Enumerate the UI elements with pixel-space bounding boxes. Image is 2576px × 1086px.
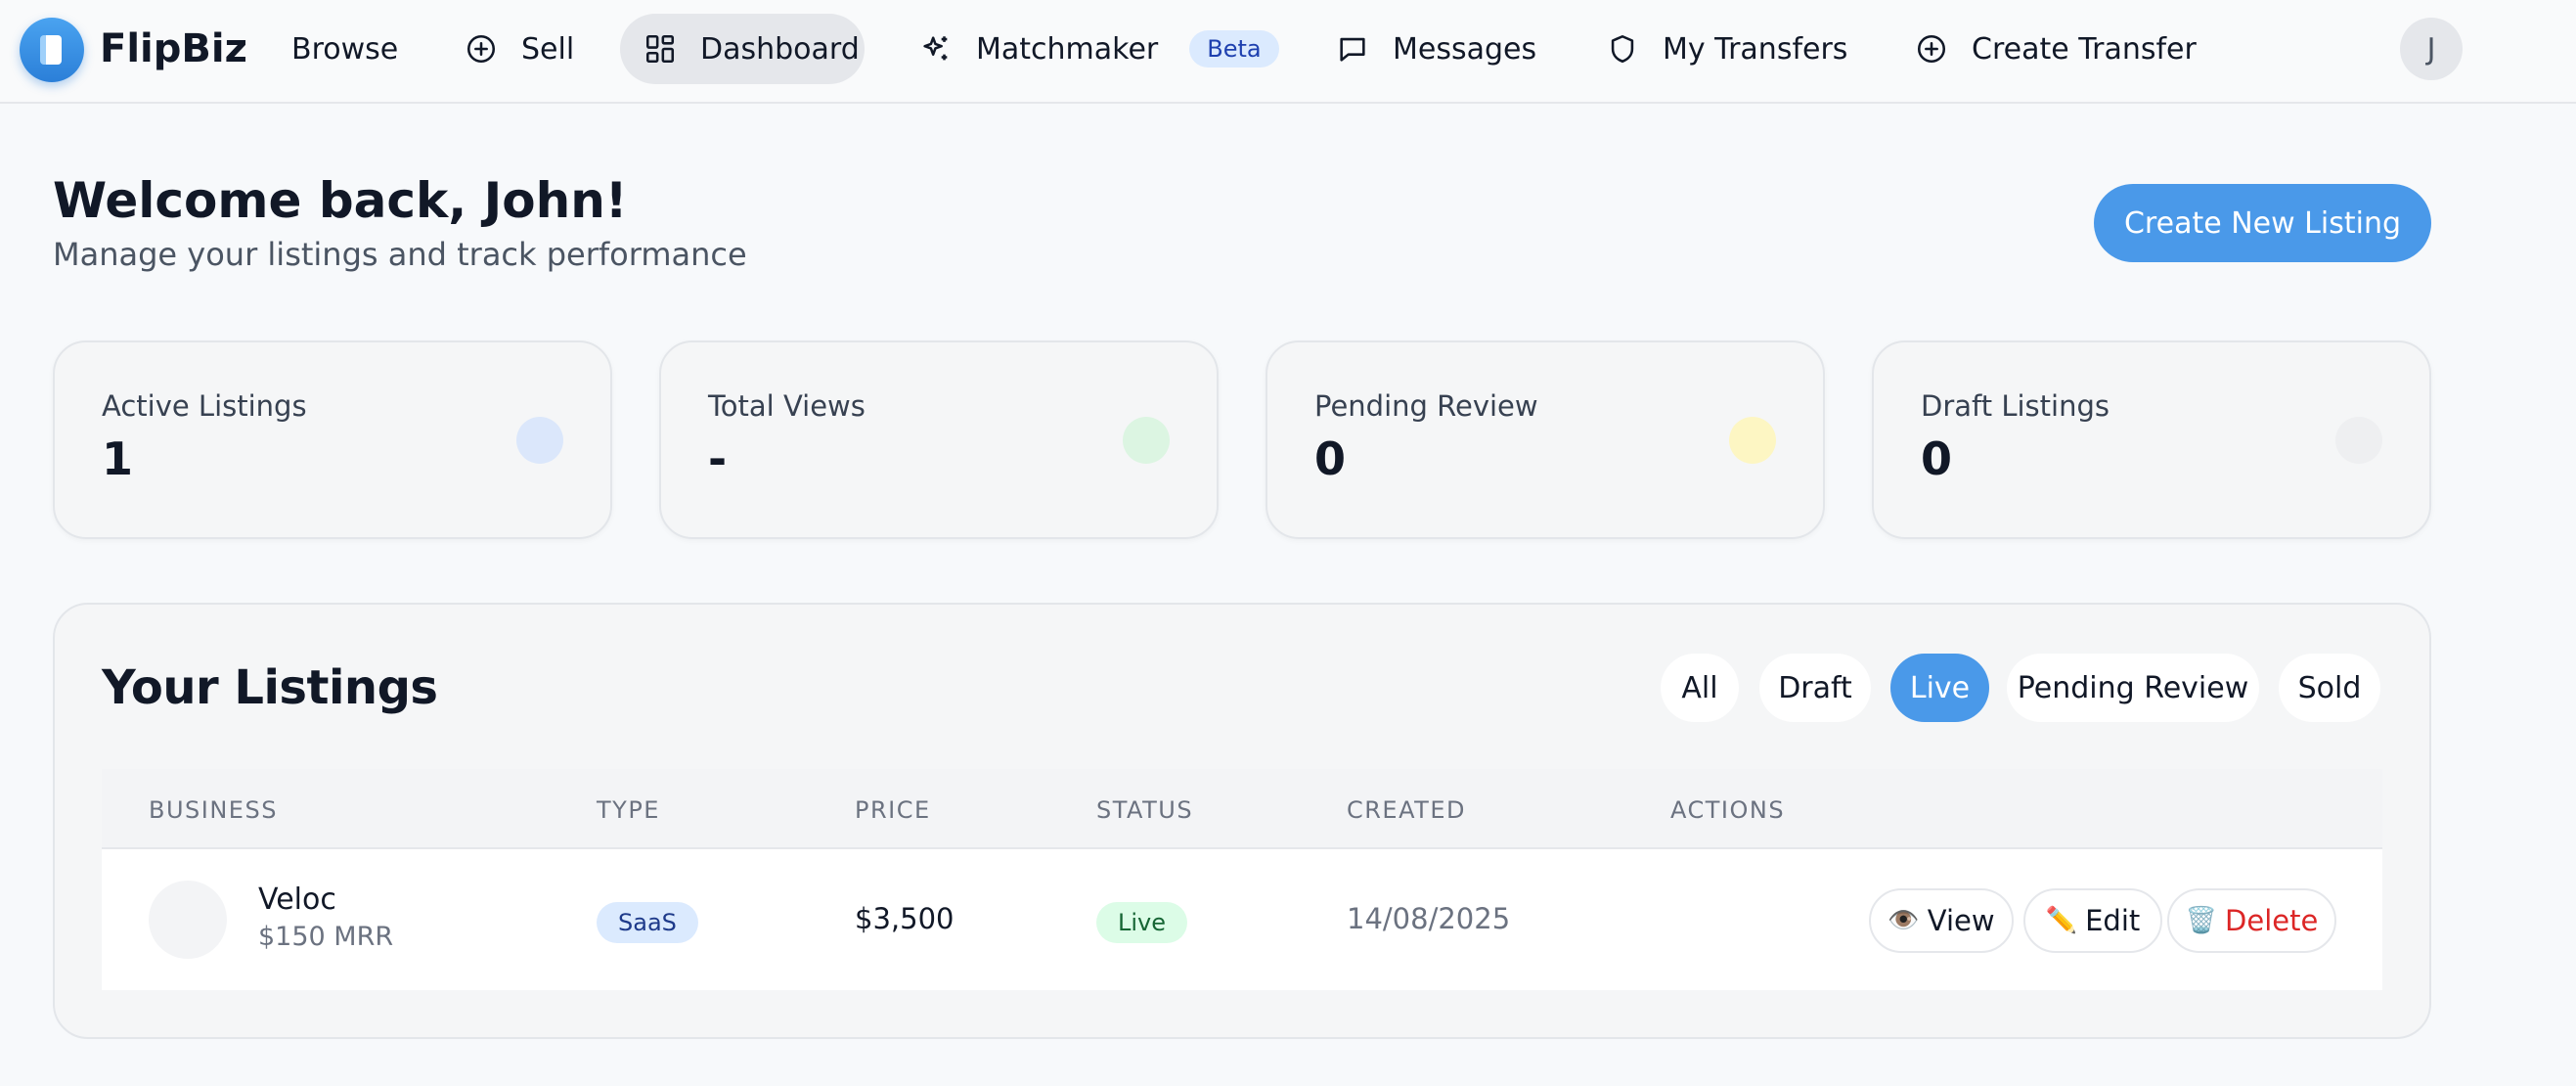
nav-messages[interactable]: Messages (1312, 14, 1560, 84)
edit-button[interactable]: ✏️ Edit (2023, 888, 2162, 953)
listings-title: Your Listings (102, 660, 438, 715)
create-new-listing-button[interactable]: Create New Listing (2094, 184, 2431, 262)
stat-value: 0 (1921, 432, 1953, 485)
page-title: Welcome back, John! (53, 172, 628, 229)
nav-messages-label: Messages (1393, 31, 1537, 67)
nav-dashboard[interactable]: Dashboard (620, 14, 865, 84)
stat-dot-icon (2335, 417, 2382, 464)
trash-icon: 🗑️ (2185, 906, 2218, 935)
nav-sell-label: Sell (521, 31, 575, 67)
stat-dot-icon (1729, 417, 1776, 464)
nav-matchmaker-label: Matchmaker (976, 31, 1159, 67)
column-actions: ACTIONS (1670, 796, 1786, 824)
type-badge: SaaS (597, 902, 698, 943)
sparkles-icon (923, 36, 948, 61)
message-square-icon (1340, 37, 1365, 62)
business-name[interactable]: Veloc (258, 882, 336, 917)
nav-dashboard-label: Dashboard (700, 31, 860, 67)
stat-label: Draft Listings (1921, 389, 2110, 423)
stat-value: 0 (1314, 432, 1347, 485)
stat-value: 1 (102, 432, 134, 485)
nav-create-transfer-label: Create Transfer (1972, 31, 2197, 67)
column-status: STATUS (1096, 796, 1194, 824)
stat-card-pending-review: Pending Review 0 (1266, 340, 1825, 539)
created-date: 14/08/2025 (1347, 902, 1511, 935)
stat-card-total-views: Total Views - (659, 340, 1219, 539)
business-avatar (149, 881, 227, 959)
edit-label: Edit (2085, 904, 2141, 937)
nav-matchmaker[interactable]: Matchmaker Beta (896, 14, 1303, 84)
status-badge: Live (1096, 902, 1188, 943)
nav-browse[interactable]: Browse (268, 14, 422, 84)
dashboard-grid-icon (645, 34, 675, 64)
view-button[interactable]: 👁️ View (1869, 888, 2014, 953)
nav-my-transfers-label: My Transfers (1663, 31, 1848, 67)
table-row: Veloc $150 MRR SaaS $3,500 Live 14/08/20… (102, 849, 2382, 990)
filter-sold[interactable]: Sold (2279, 654, 2380, 722)
nav-create-transfer[interactable]: Create Transfer (1891, 14, 2220, 84)
stat-card-draft-listings: Draft Listings 0 (1872, 340, 2431, 539)
stat-label: Active Listings (102, 389, 307, 423)
page-subtitle: Manage your listings and track performan… (53, 236, 747, 273)
pencil-icon: ✏️ (2045, 906, 2078, 935)
plus-circle-icon (1917, 34, 1946, 64)
user-avatar[interactable]: J (2400, 18, 2463, 80)
view-label: View (1927, 904, 1995, 937)
column-price: PRICE (855, 796, 931, 824)
filter-all[interactable]: All (1661, 654, 1739, 722)
filter-draft[interactable]: Draft (1759, 654, 1871, 722)
eye-icon: 👁️ (1888, 906, 1920, 935)
plus-circle-icon (466, 34, 496, 64)
stat-label: Pending Review (1314, 389, 1538, 423)
delete-button[interactable]: 🗑️ Delete (2167, 888, 2336, 953)
top-navbar: FlipBiz Browse Sell Dashboard Matchmaker… (0, 0, 2576, 104)
filter-live[interactable]: Live (1890, 654, 1989, 722)
beta-badge: Beta (1189, 30, 1279, 68)
stat-value: - (708, 432, 728, 485)
stat-dot-icon (1123, 417, 1170, 464)
table-header: BUSINESS TYPE PRICE STATUS CREATED ACTIO… (102, 769, 2382, 849)
flipbiz-logo-icon[interactable] (20, 18, 84, 82)
stat-card-active-listings: Active Listings 1 (53, 340, 612, 539)
column-type: TYPE (597, 796, 660, 824)
listing-price: $3,500 (855, 902, 955, 935)
column-business: BUSINESS (149, 796, 278, 824)
shield-icon (1611, 34, 1634, 64)
business-mrr: $150 MRR (258, 922, 394, 952)
stat-label: Total Views (708, 389, 866, 423)
nav-sell[interactable]: Sell (441, 14, 598, 84)
brand-name[interactable]: FlipBiz (100, 22, 247, 76)
delete-label: Delete (2225, 904, 2319, 937)
nav-my-transfers[interactable]: My Transfers (1582, 14, 1871, 84)
stat-dot-icon (516, 417, 563, 464)
filter-pending-review[interactable]: Pending Review (2007, 654, 2259, 722)
column-created: CREATED (1347, 796, 1466, 824)
nav-browse-label: Browse (291, 31, 399, 67)
